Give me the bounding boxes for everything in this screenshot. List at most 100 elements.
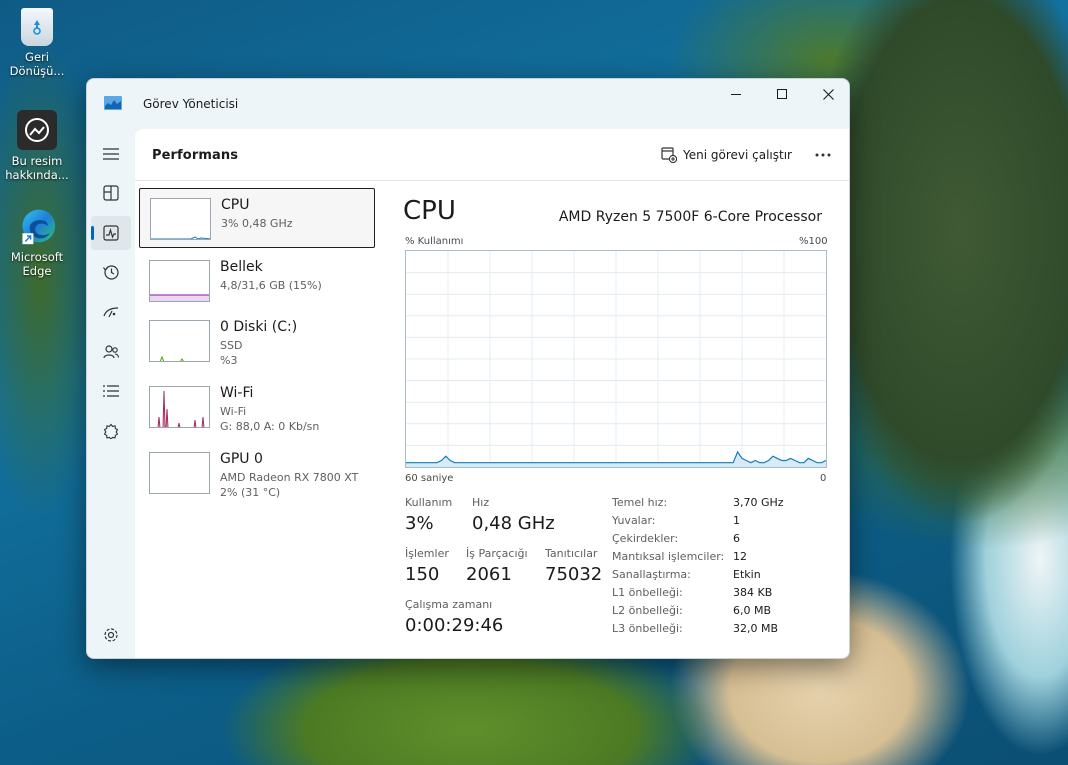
details-list-icon xyxy=(103,385,119,397)
graph-max-label: %100 xyxy=(799,236,828,247)
spec-value: 6,0 MB xyxy=(733,604,772,617)
device-detail-2: G: 88,0 A: 0 Kb/sn xyxy=(220,420,320,433)
spec-key: Temel hız: xyxy=(612,496,668,509)
spec-value: 1 xyxy=(733,514,740,527)
spec-value: Etkin xyxy=(733,568,761,581)
gear-icon xyxy=(104,628,118,642)
title-bar[interactable]: Görev Yöneticisi xyxy=(87,79,849,129)
main-content: Performans Yeni görevi çalıştır CPU 3% 0… xyxy=(135,129,849,658)
spec-value: 32,0 MB xyxy=(733,622,779,635)
nav-users[interactable] xyxy=(91,335,131,369)
threads-stat-label: İş Parçacığı xyxy=(466,547,528,560)
nav-rail xyxy=(87,129,135,658)
desktop-icon-label: Geri Dönüşü... xyxy=(9,50,65,78)
uptime-stat-label: Çalışma zamanı xyxy=(405,598,493,611)
speed-stat-label: Hız xyxy=(472,496,490,509)
device-detail: Wi-Fi xyxy=(220,405,247,418)
device-gpu[interactable]: GPU 0 AMD Radeon RX 7800 XT 2% (31 °C) xyxy=(139,443,375,503)
window-title: Görev Yöneticisi xyxy=(143,97,239,111)
device-detail-2: %3 xyxy=(220,354,238,367)
memory-thumbnail xyxy=(149,260,210,302)
device-detail: 4,8/31,6 GB (15%) xyxy=(220,279,322,292)
recycle-bin-icon xyxy=(21,8,53,46)
spec-key: Mantıksal işlemciler: xyxy=(612,550,725,563)
spec-value: 3,70 GHz xyxy=(733,496,784,509)
device-name: Bellek xyxy=(220,259,263,275)
device-detail: SSD xyxy=(220,339,243,352)
device-name: CPU xyxy=(221,197,250,213)
performance-icon xyxy=(103,225,119,241)
processes-icon xyxy=(103,185,119,201)
nav-startup-apps[interactable] xyxy=(91,295,131,329)
startup-icon xyxy=(103,307,119,318)
device-disk[interactable]: 0 Diski (C:) SSD %3 xyxy=(139,311,375,371)
cpu-usage-graph xyxy=(405,250,827,468)
device-name: 0 Diski (C:) xyxy=(220,319,298,335)
nav-performance[interactable] xyxy=(91,216,131,250)
handles-stat-value: 75032 xyxy=(545,564,603,585)
disk-thumbnail xyxy=(149,320,210,362)
nav-details[interactable] xyxy=(91,374,131,408)
history-icon xyxy=(103,265,119,280)
nav-services[interactable] xyxy=(91,414,131,448)
usage-stat-value: 3% xyxy=(405,513,434,534)
nav-processes[interactable] xyxy=(91,176,131,210)
desktop-icon-label: Bu resim hakkında... xyxy=(5,154,69,182)
desktop-icon-about-image[interactable]: Bu resim hakkında... xyxy=(4,110,70,182)
gpu-thumbnail xyxy=(149,452,210,494)
close-button[interactable] xyxy=(805,79,849,109)
spec-key: L2 önbelleği: xyxy=(612,604,683,617)
threads-stat-value: 2061 xyxy=(466,564,512,585)
spec-value: 384 KB xyxy=(733,586,773,599)
hamburger-menu-button[interactable] xyxy=(91,137,131,171)
device-detail-2: 2% (31 °C) xyxy=(220,486,281,499)
page-title: Performans xyxy=(152,148,239,163)
hamburger-icon xyxy=(103,148,119,160)
spec-key: L1 önbelleği: xyxy=(612,586,683,599)
spec-value: 12 xyxy=(733,550,747,563)
graph-time-label: 60 saniye xyxy=(405,473,454,484)
graph-usage-label: % Kullanımı xyxy=(405,236,464,247)
wifi-thumbnail xyxy=(149,386,210,428)
info-image-icon xyxy=(17,110,57,150)
device-wifi[interactable]: Wi-Fi Wi-Fi G: 88,0 A: 0 Kb/sn xyxy=(139,377,375,437)
spec-key: Çekirdekler: xyxy=(612,532,679,545)
cpu-thumbnail xyxy=(150,198,211,240)
cpu-model: AMD Ryzen 5 7500F 6-Core Processor xyxy=(558,209,822,225)
task-manager-app-icon xyxy=(104,95,122,110)
uptime-stat-value: 0:00:29:46 xyxy=(405,615,504,636)
edge-icon xyxy=(17,206,57,246)
run-new-task-label: Yeni görevi çalıştır xyxy=(683,148,792,162)
processes-stat-value: 150 xyxy=(405,564,440,585)
device-name: Wi-Fi xyxy=(220,385,254,401)
speed-stat-value: 0,48 GHz xyxy=(472,513,555,534)
device-cpu[interactable]: CPU 3% 0,48 GHz xyxy=(139,188,375,248)
usage-stat-label: Kullanım xyxy=(405,496,453,509)
desktop-icon-label: Microsoft Edge xyxy=(10,250,64,278)
device-detail: AMD Radeon RX 7800 XT xyxy=(220,471,359,484)
more-options-button[interactable] xyxy=(809,143,837,167)
page-header: Performans Yeni görevi çalıştır xyxy=(135,129,849,181)
processes-stat-label: İşlemler xyxy=(405,547,449,560)
handles-stat-label: Tanıtıcılar xyxy=(545,547,598,560)
cpu-usage-plot xyxy=(406,251,826,467)
spec-key: Yuvalar: xyxy=(612,514,656,527)
services-icon xyxy=(103,423,119,439)
minimize-button[interactable] xyxy=(713,79,759,109)
graph-min-label: 0 xyxy=(820,473,827,484)
nav-app-history[interactable] xyxy=(91,255,131,289)
device-memory[interactable]: Bellek 4,8/31,6 GB (15%) xyxy=(139,251,375,311)
task-manager-window: Görev Yöneticisi Performans Yeni görevi … xyxy=(86,78,850,659)
more-dots-icon xyxy=(815,153,831,157)
spec-key: Sanallaştırma: xyxy=(612,568,691,581)
nav-settings[interactable] xyxy=(91,618,131,652)
device-name: GPU 0 xyxy=(220,451,263,467)
run-new-task-button[interactable]: Yeni görevi çalıştır xyxy=(661,144,792,166)
device-detail: 3% 0,48 GHz xyxy=(221,217,293,230)
spec-key: L3 önbelleği: xyxy=(612,622,683,635)
users-icon xyxy=(103,345,119,359)
spec-value: 6 xyxy=(733,532,740,545)
maximize-button[interactable] xyxy=(759,79,805,109)
desktop-icon-edge[interactable]: Microsoft Edge xyxy=(4,206,70,278)
desktop-icon-recycle-bin[interactable]: Geri Dönüşü... xyxy=(4,8,70,78)
